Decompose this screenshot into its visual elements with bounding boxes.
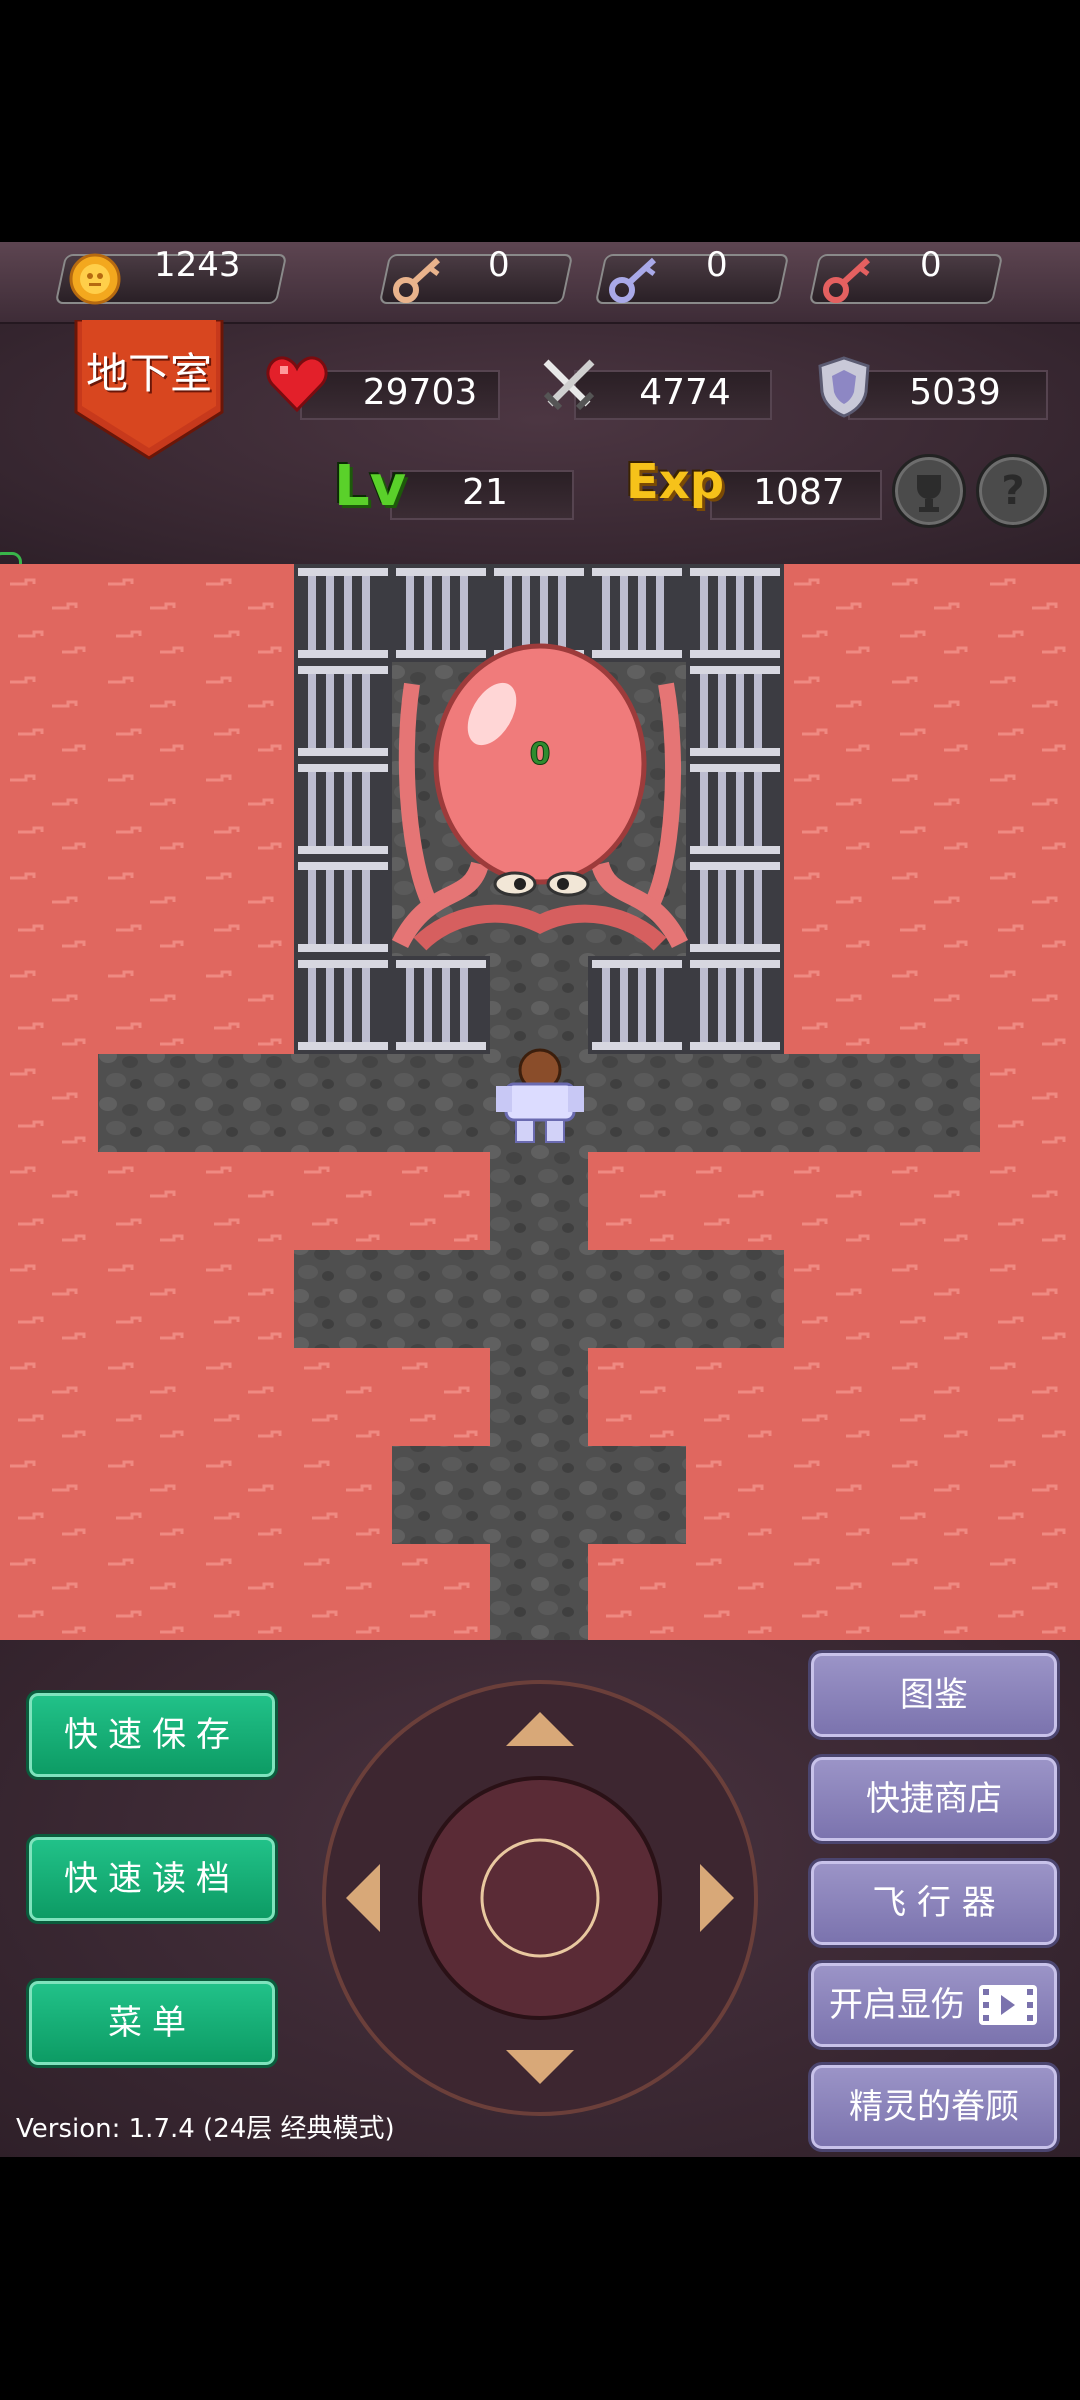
swords-icon: [543, 359, 595, 411]
exp-label: Exp: [626, 454, 725, 510]
prison-bars-bottom-left: [392, 956, 490, 1054]
yellow-key-icon: [393, 257, 441, 303]
quick-save-button[interactable]: 快速保存: [26, 1690, 278, 1780]
gold-coin-icon: [69, 253, 121, 305]
dpad[interactable]: [320, 1678, 760, 2118]
boss-damage-marker: 0: [530, 737, 551, 772]
blue-key-count: 0: [706, 245, 728, 285]
floor-banner: 地下室: [72, 320, 226, 460]
red-key-count: 0: [920, 245, 942, 285]
heart-icon: [266, 356, 328, 413]
flyer-button[interactable]: 飞 行 器: [808, 1858, 1060, 1948]
hp-value: 29703: [362, 372, 478, 413]
level-value: 21: [462, 472, 508, 513]
resource-bar: 1243 0 0 0: [0, 242, 1080, 324]
show-damage-button[interactable]: 开启显伤: [808, 1960, 1060, 2050]
help-icon: ?: [1001, 468, 1025, 514]
blue-key-icon: [609, 257, 657, 303]
prison-bars-right: [686, 662, 784, 1054]
prison-bars-left: [294, 662, 392, 1054]
trophy-button[interactable]: [892, 454, 966, 528]
attack-value: 4774: [639, 372, 731, 413]
version-label: Version: 1.7.4 (24层 经典模式): [16, 2114, 395, 2144]
menu-button[interactable]: 菜单: [26, 1978, 278, 2068]
shield-icon: [818, 356, 870, 418]
quick-shop-button[interactable]: 快捷商店: [808, 1754, 1060, 1844]
level-label: Lv: [334, 454, 407, 519]
dungeon-map[interactable]: 0: [0, 564, 1080, 1640]
defense-value: 5039: [909, 372, 1001, 413]
show-damage-label: 开启显伤: [829, 1985, 965, 2025]
exp-value: 1087: [753, 472, 845, 513]
fairy-blessing-button[interactable]: 精灵的眷顾: [808, 2062, 1060, 2152]
help-button[interactable]: ?: [976, 454, 1050, 528]
control-panel: 快速保存 快速读档 菜单 图鉴 快捷商店 飞 行 器 开启显伤 精灵的眷顾 Ve…: [0, 1640, 1080, 2157]
gold-count: 1243: [154, 245, 241, 285]
video-icon: [979, 1985, 1037, 2025]
red-key-icon: [823, 257, 871, 303]
floor-name: 地下室: [85, 349, 212, 398]
corridor-cross-1: [294, 1250, 784, 1348]
yellow-key-count: 0: [488, 245, 510, 285]
bestiary-button[interactable]: 图鉴: [808, 1650, 1060, 1740]
corridor-cross-2: [392, 1446, 686, 1544]
game-screen: 1243 0 0 0 29703 4774 5039 Lv 21 Exp 108…: [0, 242, 1080, 2157]
quick-load-button[interactable]: 快速读档: [26, 1834, 278, 1924]
trophy-icon: [917, 475, 941, 512]
prison-bars-bottom-right: [588, 956, 686, 1054]
